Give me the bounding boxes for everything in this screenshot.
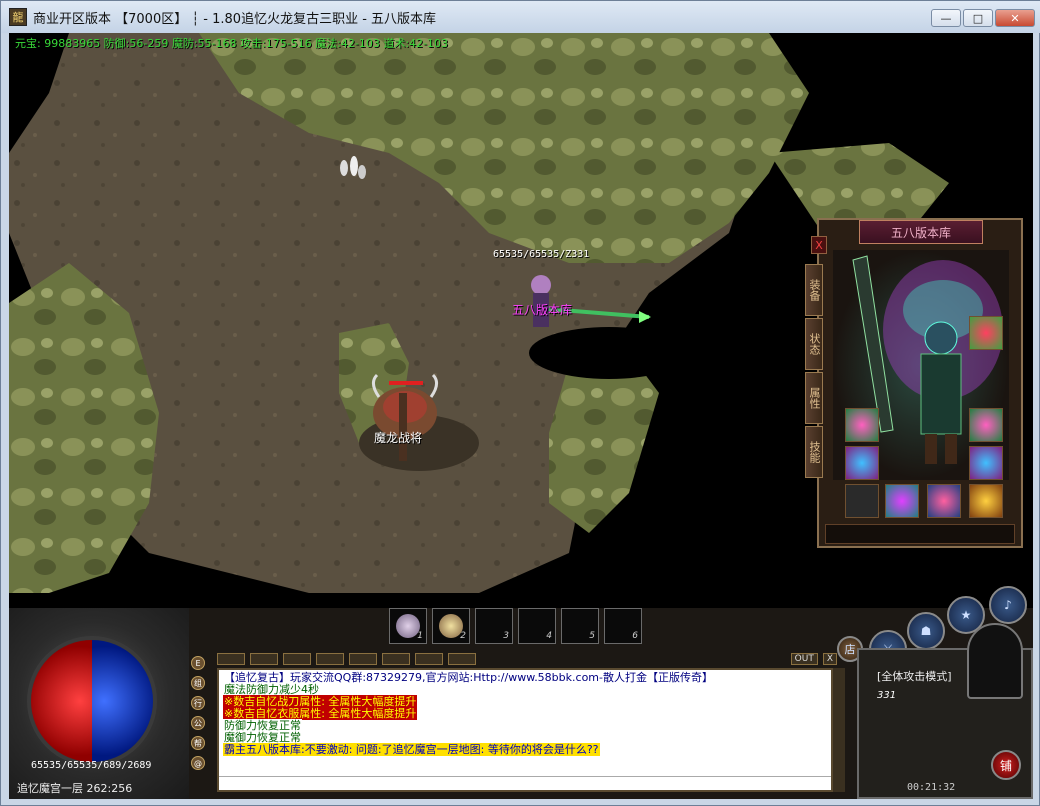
chat-channel-button[interactable] <box>349 653 377 665</box>
tab-skills[interactable]: 技能 <box>805 426 823 478</box>
tab-attributes[interactable]: 属性 <box>805 372 823 424</box>
attack-mode[interactable]: [全体攻击模式] <box>877 668 952 684</box>
window-controls: — □ ✕ <box>931 9 1035 27</box>
monster-name: 魔龙战将 <box>374 431 423 445</box>
equip-slot-helmet[interactable] <box>969 316 1003 350</box>
chat-channel-button[interactable] <box>316 653 344 665</box>
hotbar-slot-number: 5 <box>589 631 595 641</box>
close-button[interactable]: ✕ <box>995 9 1035 27</box>
player-name: 五八版本库 <box>512 303 573 317</box>
hotbar-slot-number: 6 <box>632 631 638 641</box>
chat-line: ※数吉自忆衣服属性: 全属性大幅度提升 <box>223 707 827 720</box>
equip-slot-boots[interactable] <box>927 484 961 518</box>
hotbar-slot-1[interactable]: 1 <box>389 608 427 644</box>
hotbar-slot-number: 1 <box>417 631 423 641</box>
equip-slot-ring-left[interactable] <box>845 446 879 480</box>
character-panel-close-button[interactable]: X <box>811 236 827 254</box>
equip-slot-ring-right[interactable] <box>969 446 1003 480</box>
equip-slot-bracelet-left[interactable] <box>845 408 879 442</box>
hotbar: 1 2 3 4 5 6 <box>389 608 642 644</box>
chat-toolbar-spacer <box>481 653 786 667</box>
bone-pile-icon <box>340 156 366 179</box>
side-icon-guild[interactable]: 帮 <box>191 736 205 750</box>
side-icon-trade[interactable]: 行 <box>191 696 205 710</box>
hotbar-slot-4[interactable]: 4 <box>518 608 556 644</box>
maximize-button[interactable]: □ <box>963 9 993 27</box>
hotbar-slot-number: 3 <box>503 631 509 641</box>
chat-scrollbar[interactable] <box>833 668 845 792</box>
hp-mp-orb <box>27 636 157 766</box>
equip-slot-book[interactable] <box>845 484 879 518</box>
character-panel-title: 五八版本库 <box>859 220 983 244</box>
hp-mp-orb-frame: 65535/65535/689/2689 追忆魔宫一层 262:256 <box>9 608 189 799</box>
chat-channel-button[interactable] <box>250 653 278 665</box>
chat-line-text: 霸主五八版本库:不要激动: 问题:了追忆魔宫一层地图: 等待你的将会是什么?? <box>223 743 600 756</box>
player-stats: 元宝: 99883965 防御:56-259 魔防:55-168 攻击:175-… <box>15 37 449 50</box>
hotbar-slot-3[interactable]: 3 <box>475 608 513 644</box>
monster-dragon-general[interactable] <box>359 353 449 463</box>
side-icon-e[interactable]: E <box>191 656 205 670</box>
chat-channel-button[interactable] <box>415 653 443 665</box>
hotbar-slot-6[interactable]: 6 <box>604 608 642 644</box>
chat-line: 防御力恢复正常 <box>223 719 827 732</box>
chat-out-button[interactable]: OUT <box>790 653 818 665</box>
equip-slot-gem[interactable] <box>969 484 1003 518</box>
title-bar[interactable]: 龍 商业开区版本 【7000区】 ┆ - 1.80追忆火龙复古三职业 - 五八版… <box>1 1 1040 33</box>
equip-slot-bracelet-right[interactable] <box>969 408 1003 442</box>
chat-input[interactable] <box>219 776 831 790</box>
character-equipment-panel[interactable]: 五八版本库 X 装备 状态 属性 技能 <box>805 218 1023 548</box>
hotbar-slot-number: 4 <box>546 631 552 641</box>
map-location: 追忆魔宫一层 262:256 <box>17 782 133 795</box>
chat-toolbar: OUT X <box>217 653 837 667</box>
tab-status[interactable]: 状态 <box>805 318 823 370</box>
shop-red-button[interactable]: 铺 <box>991 750 1021 780</box>
chat-channel-button[interactable] <box>382 653 410 665</box>
chat-channel-button[interactable] <box>448 653 476 665</box>
app-logo-icon: 龍 <box>9 8 27 26</box>
side-icon-public[interactable]: 公 <box>191 716 205 730</box>
hotbar-slot-5[interactable]: 5 <box>561 608 599 644</box>
equip-slot-belt[interactable] <box>885 484 919 518</box>
hotbar-slot-2[interactable]: 2 <box>432 608 470 644</box>
bottom-hud: 65535/65535/689/2689 追忆魔宫一层 262:256 E 组 … <box>9 586 1033 799</box>
game-viewport[interactable]: 元宝: 99883965 防御:56-259 魔防:55-168 攻击:175-… <box>9 33 1033 799</box>
mp-orb-half <box>92 640 153 762</box>
game-time: 00:21:32 <box>907 782 956 793</box>
side-icon-group[interactable]: 组 <box>191 676 205 690</box>
window-title: 商业开区版本 【7000区】 ┆ - 1.80追忆火龙复古三职业 - 五八版本库 <box>33 11 437 27</box>
bag-button[interactable]: ☗ <box>907 612 945 650</box>
player-hp-label: 65535/65535/Z331 <box>493 249 590 260</box>
chat-log[interactable]: 【追忆复古】玩家交流QQ群:87329279,官方网站:Http://www.5… <box>217 668 833 792</box>
chat-lines: 【追忆复古】玩家交流QQ群:87329279,官方网站:Http://www.5… <box>223 671 827 756</box>
hp-mp-readout: 65535/65535/689/2689 <box>31 760 152 771</box>
side-menu-icons: E 组 行 公 帮 @ <box>191 656 205 770</box>
tab-equipment[interactable]: 装备 <box>805 264 823 316</box>
hp-orb-half <box>31 640 92 762</box>
character-info-box <box>825 524 1015 544</box>
minimize-button[interactable]: — <box>931 9 961 27</box>
game-window: 龍 商业开区版本 【7000区】 ┆ - 1.80追忆火龙复古三职业 - 五八版… <box>0 0 1040 806</box>
chat-line: 霸主五八版本库:不要激动: 问题:了追忆魔宫一层地图: 等待你的将会是什么?? <box>223 743 827 756</box>
chat-channel-button[interactable] <box>217 653 245 665</box>
player-level: 331 <box>877 690 897 701</box>
day-night-indicator <box>967 623 1023 699</box>
sound-button[interactable]: ♪ <box>989 586 1027 624</box>
hotbar-slot-number: 2 <box>460 631 466 641</box>
chat-close-button[interactable]: X <box>822 653 837 665</box>
chat-channel-button[interactable] <box>283 653 311 665</box>
side-icon-at[interactable]: @ <box>191 756 205 770</box>
